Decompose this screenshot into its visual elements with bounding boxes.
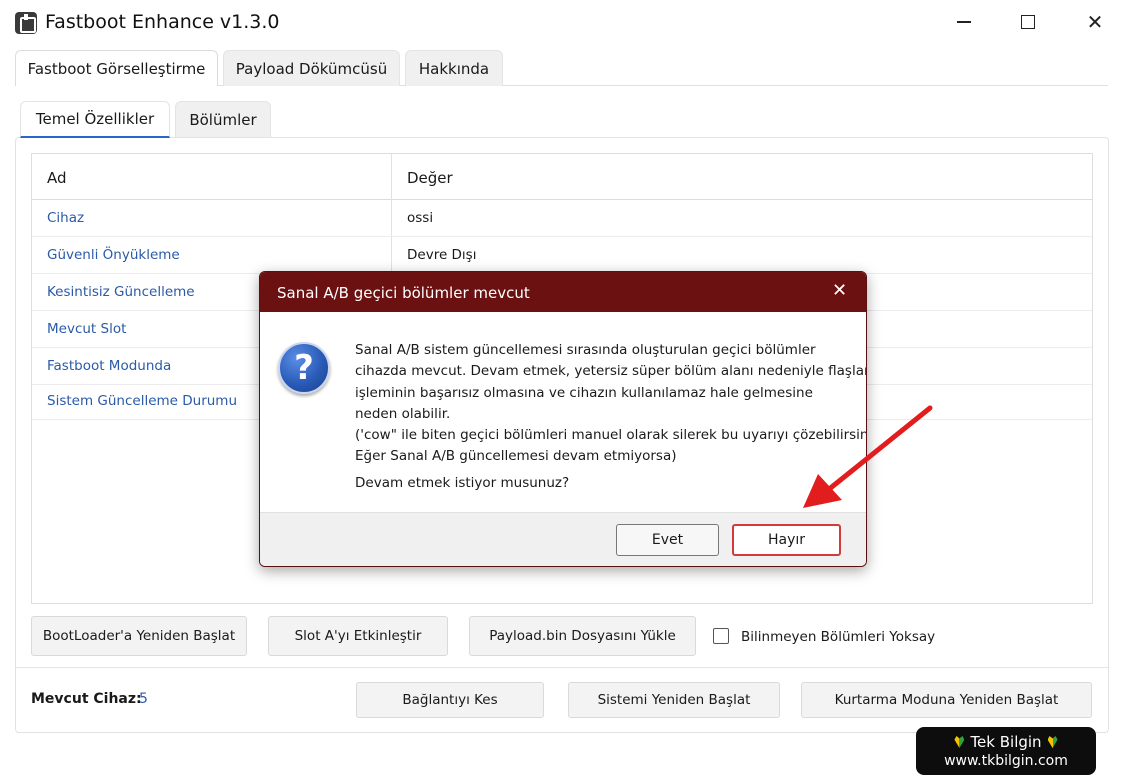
row-name: Cihaz	[47, 210, 85, 226]
footer-divider	[16, 667, 1108, 668]
maximize-icon	[1021, 15, 1035, 29]
reboot-system-button[interactable]: Sistemi Yeniden Başlat	[568, 682, 780, 718]
dialog-question: Devam etmek istiyor musunuz?	[355, 474, 570, 491]
row-value: ossi	[407, 210, 434, 226]
row-value: Devre Dışı	[407, 247, 477, 263]
window-title: Fastboot Enhance v1.3.0	[45, 11, 280, 33]
tab-about[interactable]: Hakkında	[405, 50, 503, 86]
message-line: Sanal A/B sistem güncellemesi sırasında …	[355, 342, 816, 358]
warning-dialog: Sanal A/B geçici bölümler mevcut ✕ ? San…	[259, 271, 867, 567]
maximize-button[interactable]	[1008, 6, 1048, 38]
tab-payload-dumper[interactable]: Payload Dökümcüsü	[223, 50, 400, 86]
app-icon	[15, 12, 37, 34]
watermark-url: www.tkbilgin.com	[944, 753, 1068, 769]
message-line: ('cow" ile biten geçici bölümleri manuel…	[355, 427, 867, 444]
message-line: cihazda mevcut. Devam etmek, yetersiz sü…	[355, 363, 867, 380]
minimize-button[interactable]	[944, 6, 984, 38]
row-name: Fastboot Modunda	[47, 358, 172, 374]
row-name: Mevcut Slot	[47, 321, 127, 337]
tab-partitions[interactable]: Bölümler	[175, 101, 271, 138]
dialog-title: Sanal A/B geçici bölümler mevcut	[277, 284, 530, 302]
grid-header: Ad Değer	[32, 154, 1092, 200]
load-payload-button[interactable]: Payload.bin Dosyasını Yükle	[469, 616, 696, 656]
reboot-recovery-button[interactable]: Kurtarma Moduna Yeniden Başlat	[801, 682, 1092, 718]
watermark-brand: Tek Bilgin	[970, 733, 1042, 751]
yes-button[interactable]: Evet	[616, 524, 719, 556]
leaf-icon	[1047, 736, 1058, 748]
message-line: Eğer Sanal A/B güncellemesi devam etmiyo…	[355, 448, 677, 465]
dialog-message: Sanal A/B sistem güncellemesi sırasında …	[355, 340, 867, 494]
table-row[interactable]: Güvenli Önyükleme Devre Dışı	[32, 237, 1092, 274]
column-header-name[interactable]: Ad	[47, 169, 67, 187]
ignore-unknown-checkbox[interactable]	[713, 628, 729, 644]
message-line: neden olabilir.	[355, 405, 451, 422]
no-button[interactable]: Hayır	[732, 524, 841, 556]
dialog-close-button[interactable]: ✕	[832, 280, 847, 301]
tab-fastboot-visualization[interactable]: Fastboot Görselleştirme	[15, 50, 218, 86]
row-name: Güvenli Önyükleme	[47, 247, 180, 263]
disconnect-button[interactable]: Bağlantıyı Kes	[356, 682, 544, 718]
activate-slot-a-button[interactable]: Slot A'yı Etkinleştir	[268, 616, 448, 656]
tab-basic-properties[interactable]: Temel Özellikler	[20, 101, 170, 138]
leaf-icon	[954, 736, 965, 748]
message-line: işleminin başarısız olmasına ve cihazın …	[355, 384, 813, 401]
row-name: Kesintisiz Güncelleme	[47, 284, 195, 300]
dialog-title-bar: Sanal A/B geçici bölümler mevcut ✕	[260, 272, 866, 312]
device-count-value: 5	[139, 691, 148, 707]
device-count-label: Mevcut Cihaz:	[31, 691, 142, 707]
reboot-bootloader-button[interactable]: BootLoader'a Yeniden Başlat	[31, 616, 247, 656]
title-bar: Fastboot Enhance v1.3.0 ✕	[0, 0, 1125, 44]
minimize-icon	[957, 21, 971, 23]
watermark: Tek Bilgin www.tkbilgin.com	[916, 727, 1096, 775]
close-button[interactable]: ✕	[1075, 6, 1115, 38]
dialog-footer: Evet Hayır	[260, 512, 866, 566]
column-header-value[interactable]: Değer	[407, 169, 453, 187]
row-name: Sistem Güncelleme Durumu	[47, 393, 238, 409]
ignore-unknown-label: Bilinmeyen Bölümleri Yoksay	[741, 629, 936, 645]
table-row[interactable]: Cihaz ossi	[32, 200, 1092, 237]
question-icon: ?	[278, 342, 330, 394]
